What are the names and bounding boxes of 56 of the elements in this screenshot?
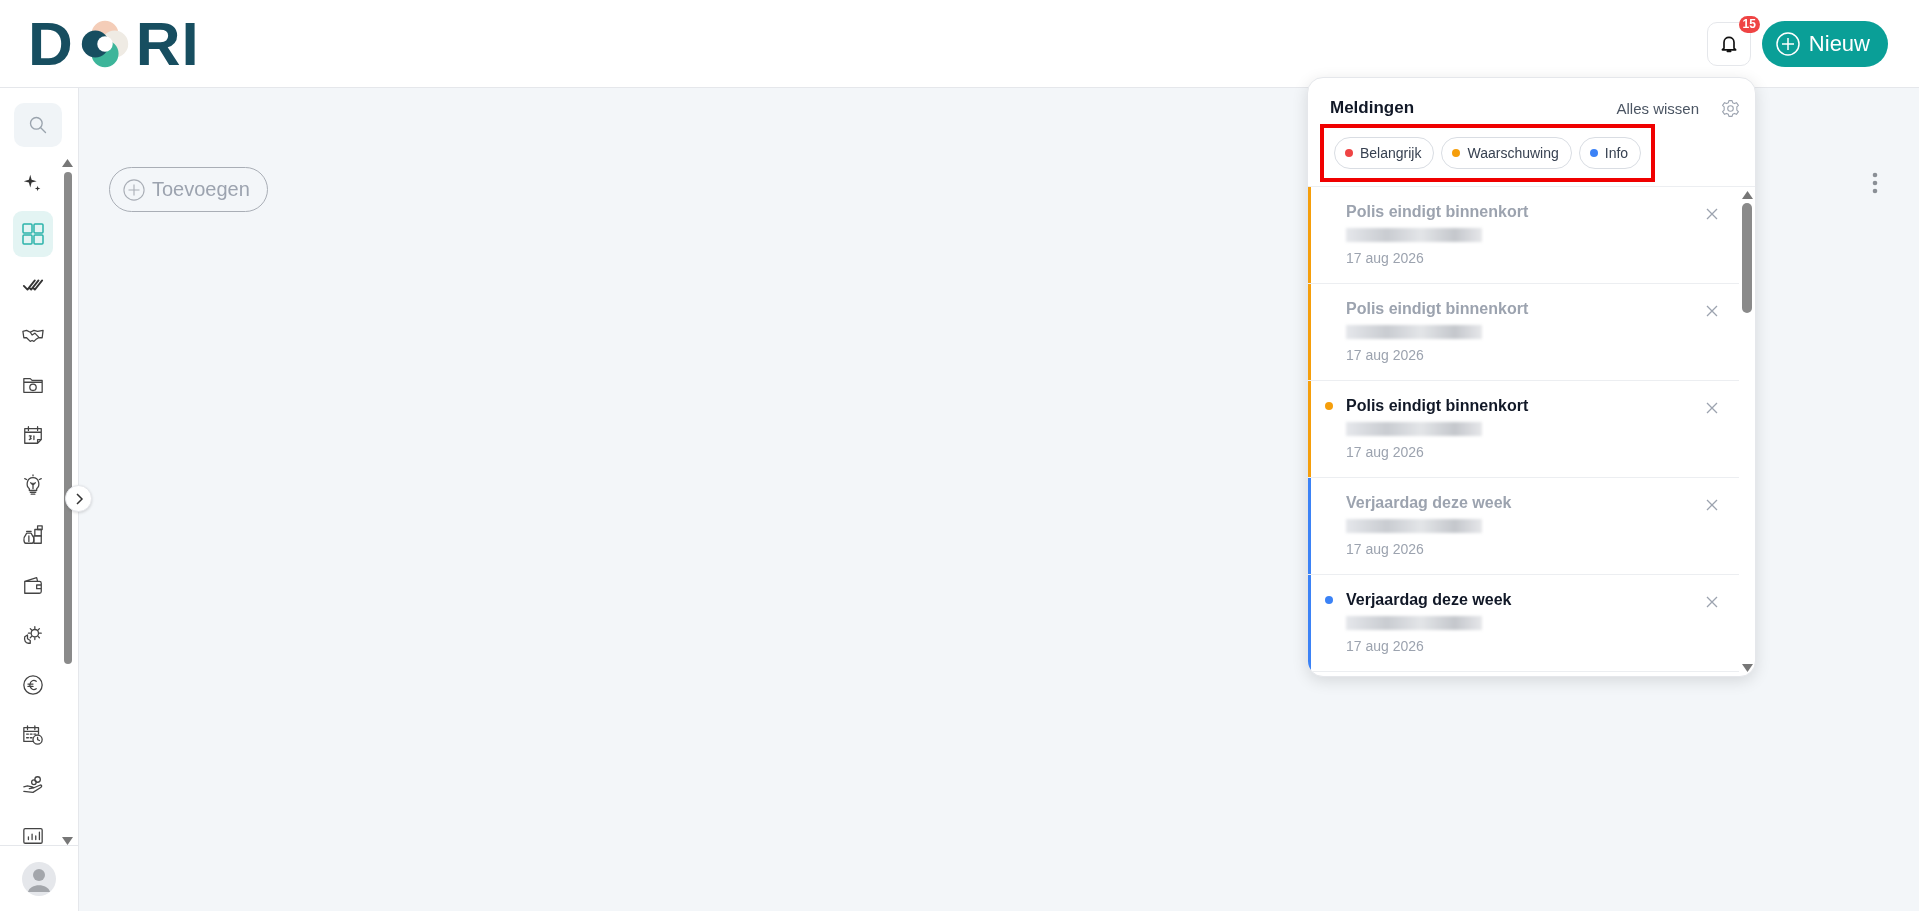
close-icon — [1705, 304, 1719, 318]
euro-coin-icon — [22, 674, 44, 696]
logo-text: RI — [135, 12, 200, 75]
plus-circle-icon — [123, 178, 145, 201]
notification-date: 17 aug 2026 — [1346, 541, 1425, 557]
scroll-up-icon[interactable] — [1741, 191, 1753, 199]
search-icon — [28, 115, 48, 135]
panel-title: Meldingen — [1330, 98, 1416, 118]
scrollbar-thumb[interactable] — [1742, 203, 1752, 313]
notification-count-badge: 15 — [1738, 15, 1760, 33]
chip-label: Info — [1604, 145, 1629, 161]
lightbulb-icon — [22, 474, 44, 496]
money-bag-icon — [22, 524, 44, 546]
notification-title: Verjaardag deze week — [1346, 591, 1513, 609]
close-button[interactable] — [1705, 304, 1719, 318]
calendar-clock-icon — [22, 724, 44, 746]
notification-item[interactable]: Polis eindigt binnenkort 17 aug 2026 — [1308, 381, 1739, 478]
notification-title: Polis eindigt binnenkort — [1346, 300, 1530, 318]
grid-icon — [21, 222, 45, 246]
scroll-up-icon[interactable] — [62, 159, 73, 167]
chip-label: Waarschuwing — [1467, 145, 1559, 161]
filter-chip[interactable]: Waarschuwing — [1441, 137, 1572, 169]
calendar-icon — [22, 424, 44, 446]
unread-dot — [1325, 402, 1333, 410]
settings-icon[interactable] — [1721, 98, 1740, 118]
close-icon — [1705, 595, 1719, 609]
close-button[interactable] — [1705, 498, 1719, 512]
close-icon — [1705, 207, 1719, 221]
notification-date: 17 aug 2026 — [1346, 347, 1425, 363]
filter-chip[interactable]: Info — [1578, 137, 1642, 169]
clear-all-link[interactable]: Alles wissen — [1616, 99, 1699, 117]
close-button[interactable] — [1705, 401, 1719, 415]
chip-label: Belangrijk — [1360, 145, 1422, 161]
notification-date: 17 aug 2026 — [1346, 638, 1425, 654]
scrollbar-thumb[interactable] — [63, 172, 72, 664]
scroll-down-icon[interactable] — [62, 837, 73, 845]
notification-title: Polis eindigt binnenkort — [1346, 203, 1530, 221]
notification-title: Polis eindigt binnenkort — [1346, 397, 1530, 415]
unread-dot — [1325, 596, 1333, 604]
notification-item[interactable]: Verjaardag deze week 17 aug 2026 — [1308, 575, 1739, 672]
scroll-down-icon[interactable] — [1741, 664, 1753, 672]
logo-text: D — [28, 12, 74, 75]
plus-circle-icon — [1775, 31, 1800, 56]
avatar[interactable] — [22, 861, 56, 896]
filter-chip[interactable]: Belangrijk — [1334, 137, 1435, 169]
close-button[interactable] — [1705, 595, 1719, 609]
more-options-icon[interactable] — [1872, 172, 1878, 194]
notification-title: Verjaardag deze week — [1346, 494, 1513, 512]
close-icon — [1705, 401, 1719, 415]
hand-coin-icon — [22, 774, 44, 796]
close-button[interactable] — [1705, 207, 1719, 221]
close-icon — [1705, 498, 1719, 512]
chevron-right-icon — [73, 491, 84, 506]
notification-date: 17 aug 2026 — [1346, 250, 1425, 266]
notification-date: 17 aug 2026 — [1346, 444, 1425, 460]
wallet-icon — [22, 574, 44, 596]
